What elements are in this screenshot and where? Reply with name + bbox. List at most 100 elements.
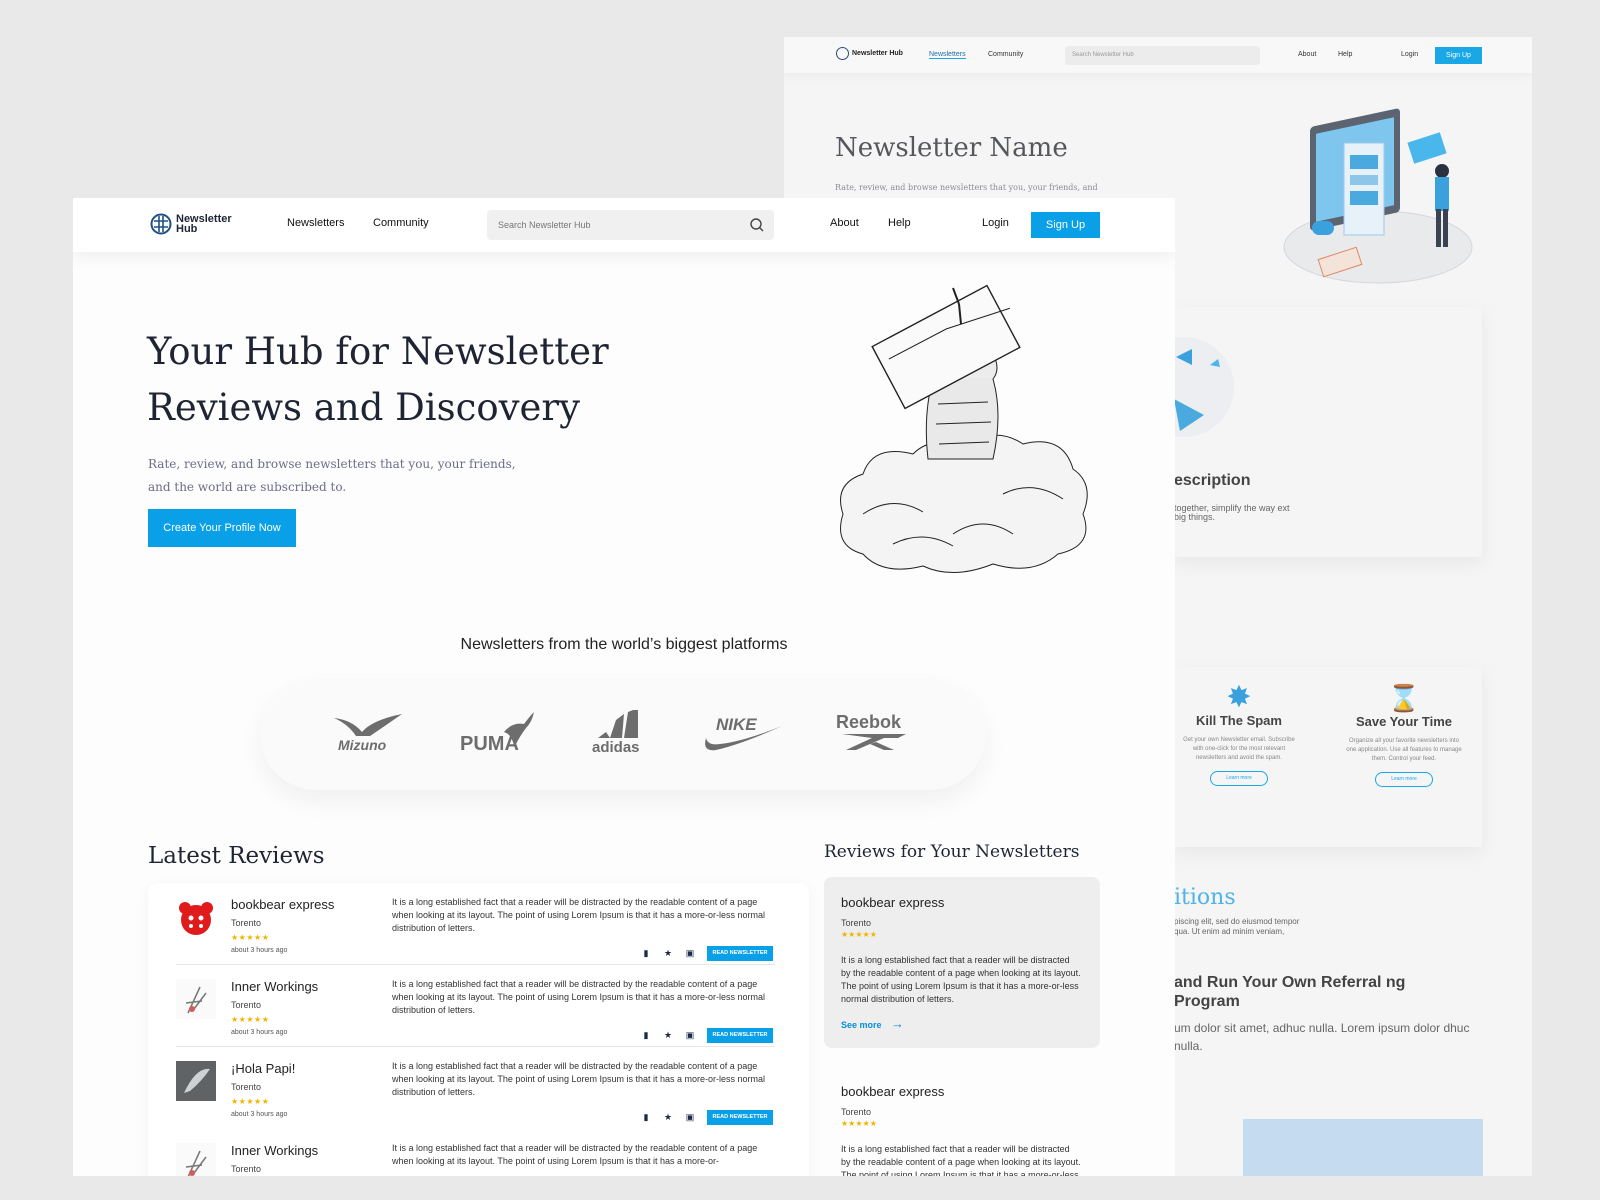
- back-section-text: piscing elit, sed do eiusmod tempor qua.…: [1174, 917, 1300, 936]
- signup-button[interactable]: Sign Up: [1031, 212, 1100, 238]
- back-nav-newsletters[interactable]: Newsletters: [929, 51, 966, 59]
- arrow-right-icon[interactable]: →: [891, 1016, 904, 1031]
- back-page-subtitle: Rate, review, and browse newsletters tha…: [835, 183, 1098, 192]
- bookmark-icon[interactable]: ▮: [641, 1112, 651, 1123]
- review-location: Torento: [231, 1000, 262, 1010]
- review-stars: ★★★★★: [231, 933, 270, 942]
- your-review-text: It is a long established fact that a rea…: [841, 955, 1081, 1004]
- review-actions: ▮ ★ ▣ READ NEWSLETTER: [641, 1110, 773, 1125]
- back-signup-button[interactable]: Sign Up: [1435, 47, 1482, 64]
- review-time: about 3 hours ago: [231, 947, 288, 954]
- nav-community[interactable]: Community: [373, 217, 429, 229]
- create-profile-button[interactable]: Create Your Profile Now: [148, 509, 296, 547]
- mizuno-wordmark: Mizuno: [338, 737, 387, 753]
- back-card-text: together, simplify the way ext big thing…: [1174, 503, 1290, 522]
- back-logo-icon: [836, 47, 849, 60]
- navbar: Newsletter Hub Newsletters Community Sea…: [73, 198, 1175, 252]
- back-description-card: escription together, simplify the way ex…: [1174, 307, 1482, 557]
- review-actions: ▮ ★ ▣ READ NEWSLETTER: [641, 1028, 773, 1043]
- back-referral-heading: and Run Your Own Referral ng Program: [1174, 974, 1406, 1010]
- nav-login[interactable]: Login: [982, 217, 1009, 229]
- bookbear-avatar[interactable]: [176, 897, 216, 937]
- back-nav-help[interactable]: Help: [1338, 51, 1352, 58]
- puma-wordmark: PUMA: [460, 733, 519, 755]
- feature-text: Get your own Newsletter email. Subscribe…: [1183, 737, 1295, 761]
- review-text: It is a long established fact that a rea…: [392, 897, 766, 933]
- review-location: Torento: [231, 918, 262, 928]
- your-review-text: It is a long established fact that a rea…: [841, 1144, 1081, 1176]
- logo-text: Newsletter Hub: [176, 214, 232, 235]
- review-newsletter-name[interactable]: Inner Workings: [231, 1143, 318, 1158]
- read-newsletter-button[interactable]: READ NEWSLETTER: [707, 1110, 773, 1125]
- back-search-placeholder: Search Newsletter Hub: [1072, 52, 1134, 58]
- read-newsletter-button[interactable]: READ NEWSLETTER: [707, 1028, 773, 1043]
- front-page-mockup: Newsletter Hub Newsletters Community Sea…: [73, 198, 1175, 1176]
- your-review-stars: ★★★★★: [841, 930, 877, 939]
- review-time: about 3 hours ago: [231, 1111, 288, 1118]
- review-location: Torento: [231, 1082, 262, 1092]
- review-newsletter-name[interactable]: ¡Hola Papi!: [231, 1061, 295, 1076]
- star-icon[interactable]: ★: [663, 1030, 673, 1041]
- adidas-logo: adidas: [592, 710, 640, 756]
- star-icon[interactable]: ★: [663, 948, 673, 959]
- feature-text: Organize all your favorite newsletters i…: [1346, 738, 1462, 762]
- back-nav-about[interactable]: About: [1298, 51, 1316, 58]
- nav-newsletters[interactable]: Newsletters: [287, 217, 344, 229]
- review-item: Inner Workings Torento ★★★★★ about 3 hou…: [148, 965, 809, 1047]
- see-more-link[interactable]: See more: [841, 1020, 882, 1030]
- your-review-card: bookbear express Torento ★★★★★ It is a l…: [824, 1066, 1100, 1176]
- your-reviews-title: Reviews for Your Newsletters: [824, 842, 1080, 862]
- your-review-card: bookbear express Torento ★★★★★ It is a l…: [824, 877, 1100, 1048]
- logo-globe-icon: [150, 213, 172, 235]
- back-card-heading: escription: [1174, 472, 1251, 489]
- search-placeholder: Search Newsletter Hub: [498, 220, 591, 230]
- review-location: Torento: [231, 1164, 262, 1174]
- review-item: bookbear express Torento ★★★★★ about 3 h…: [148, 883, 809, 965]
- your-review-name[interactable]: bookbear express: [841, 1084, 944, 1099]
- nav-about[interactable]: About: [830, 217, 859, 229]
- review-stars: ★★★★★: [231, 1097, 270, 1106]
- your-review-name[interactable]: bookbear express: [841, 895, 944, 910]
- learn-more-button[interactable]: Learn more: [1210, 771, 1268, 786]
- review-time: about 3 hours ago: [231, 1029, 288, 1036]
- learn-more-button[interactable]: Learn more: [1375, 772, 1433, 787]
- feature-save-time: ⌛ Save Your Time Organize all your favor…: [1344, 683, 1464, 787]
- reebok-wordmark: Reebok: [836, 712, 902, 732]
- star-icon[interactable]: ★: [663, 1112, 673, 1123]
- back-navbar: Newsletter Hub Newsletters Community Sea…: [784, 37, 1532, 73]
- bookmark-icon[interactable]: ▮: [641, 1030, 651, 1041]
- back-nav-community[interactable]: Community: [988, 51, 1023, 58]
- logo[interactable]: Newsletter Hub: [150, 213, 232, 235]
- back-search-input[interactable]: Search Newsletter Hub: [1065, 46, 1260, 65]
- platforms-title: Newsletters from the world’s biggest pla…: [460, 636, 788, 653]
- inner-workings-avatar[interactable]: [176, 979, 216, 1019]
- share-icon[interactable]: ▣: [685, 1030, 695, 1041]
- search-input[interactable]: Search Newsletter Hub: [487, 210, 774, 240]
- logo-line-2: Hub: [176, 223, 198, 235]
- review-newsletter-name[interactable]: bookbear express: [231, 897, 334, 912]
- bookmark-icon[interactable]: ▮: [641, 948, 651, 959]
- reebok-logo: Reebok: [836, 712, 906, 750]
- back-referral-text: um dolor sit amet, adhuc nulla. Lorem ip…: [1174, 1021, 1470, 1053]
- search-icon[interactable]: [749, 217, 764, 232]
- nike-wordmark: NIKE: [716, 715, 757, 734]
- review-stars: ★★★★★: [231, 1015, 270, 1024]
- review-text: It is a long established fact that a rea…: [392, 1061, 766, 1097]
- read-newsletter-button[interactable]: READ NEWSLETTER: [707, 946, 773, 961]
- back-nav-login[interactable]: Login: [1401, 51, 1418, 58]
- inner-workings-avatar[interactable]: [176, 1143, 216, 1176]
- your-review-stars: ★★★★★: [841, 1119, 877, 1128]
- latest-reviews-title: Latest Reviews: [148, 843, 325, 869]
- share-icon[interactable]: ▣: [685, 1112, 695, 1123]
- hola-papi-avatar[interactable]: [176, 1061, 216, 1101]
- nav-help[interactable]: Help: [888, 217, 911, 229]
- review-newsletter-name[interactable]: Inner Workings: [231, 979, 318, 994]
- your-review-location: Torento: [841, 1107, 872, 1117]
- share-icon[interactable]: ▣: [685, 948, 695, 959]
- feature-title: Save Your Time: [1355, 714, 1453, 729]
- adidas-wordmark: adidas: [592, 739, 640, 756]
- review-actions: ▮ ★ ▣ READ NEWSLETTER: [641, 946, 773, 961]
- back-logo[interactable]: Newsletter Hub: [836, 47, 903, 60]
- platform-logos-strip: Mizuno PUMA adidas NIKE Reebok: [260, 678, 986, 790]
- back-logo-text: Newsletter Hub: [852, 50, 903, 57]
